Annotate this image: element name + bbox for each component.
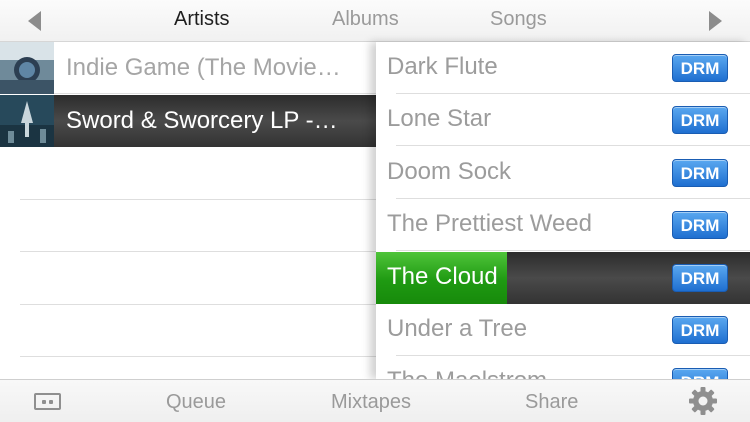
top-tab-bar: Artists Albums Songs — [0, 0, 750, 42]
list-divider — [20, 199, 376, 200]
list-divider — [20, 251, 376, 252]
share-button[interactable]: Share — [525, 391, 578, 414]
list-divider — [20, 356, 376, 357]
track-name: Dark Flute — [387, 53, 498, 80]
track-name: Lone Star — [387, 105, 492, 132]
previous-arrow-icon[interactable] — [28, 11, 41, 31]
drm-badge[interactable]: DRM — [672, 106, 728, 134]
track-name: The Maelstrom — [387, 367, 547, 379]
drm-badge[interactable]: DRM — [672, 316, 728, 344]
track-row[interactable]: Dark Flute DRM — [376, 42, 750, 94]
track-name: The Cloud — [387, 263, 498, 290]
drm-badge[interactable]: DRM — [672, 54, 728, 82]
album-title: Indie Game (The Movie… — [66, 54, 341, 81]
tab-songs[interactable]: Songs — [490, 8, 547, 31]
track-row[interactable]: Under a Tree DRM — [376, 304, 750, 356]
track-row[interactable]: Doom Sock DRM — [376, 147, 750, 199]
mixtapes-button[interactable]: Mixtapes — [331, 391, 411, 414]
drm-badge[interactable]: DRM — [672, 211, 728, 239]
track-row[interactable]: The Prettiest Weed DRM — [376, 199, 750, 251]
album-row-indie-game[interactable]: Indie Game (The Movie… — [0, 42, 376, 94]
album-cover-sword-sworcery-icon — [0, 95, 54, 147]
track-row[interactable]: Lone Star DRM — [376, 94, 750, 146]
tab-albums[interactable]: Albums — [332, 8, 399, 31]
next-arrow-icon[interactable] — [709, 11, 722, 31]
track-name: The Prettiest Weed — [387, 210, 592, 237]
drm-badge[interactable]: DRM — [672, 368, 728, 379]
drm-badge[interactable]: DRM — [672, 264, 728, 292]
track-name: Under a Tree — [387, 315, 528, 342]
cassette-icon[interactable] — [34, 393, 61, 410]
album-row-sword-sworcery[interactable]: Sword & Sworcery LP -… — [0, 95, 376, 147]
tab-artists[interactable]: Artists — [174, 8, 230, 31]
queue-button[interactable]: Queue — [166, 391, 226, 414]
album-cover-indie-game-icon — [0, 42, 54, 94]
album-list: Indie Game (The Movie… Sword & Sworcery … — [0, 42, 376, 379]
drm-badge[interactable]: DRM — [672, 159, 728, 187]
album-title: Sword & Sworcery LP -… — [66, 107, 338, 134]
track-list: Dark Flute DRM Lone Star DRM Doom Sock D… — [376, 42, 750, 379]
list-divider — [20, 304, 376, 305]
track-row[interactable]: The Maelstrom DRM — [376, 356, 750, 379]
track-name: Doom Sock — [387, 158, 512, 185]
gear-icon[interactable] — [688, 386, 718, 416]
track-row-now-playing[interactable]: The Cloud DRM — [376, 252, 750, 304]
bottom-toolbar: Queue Mixtapes Share — [0, 379, 750, 422]
